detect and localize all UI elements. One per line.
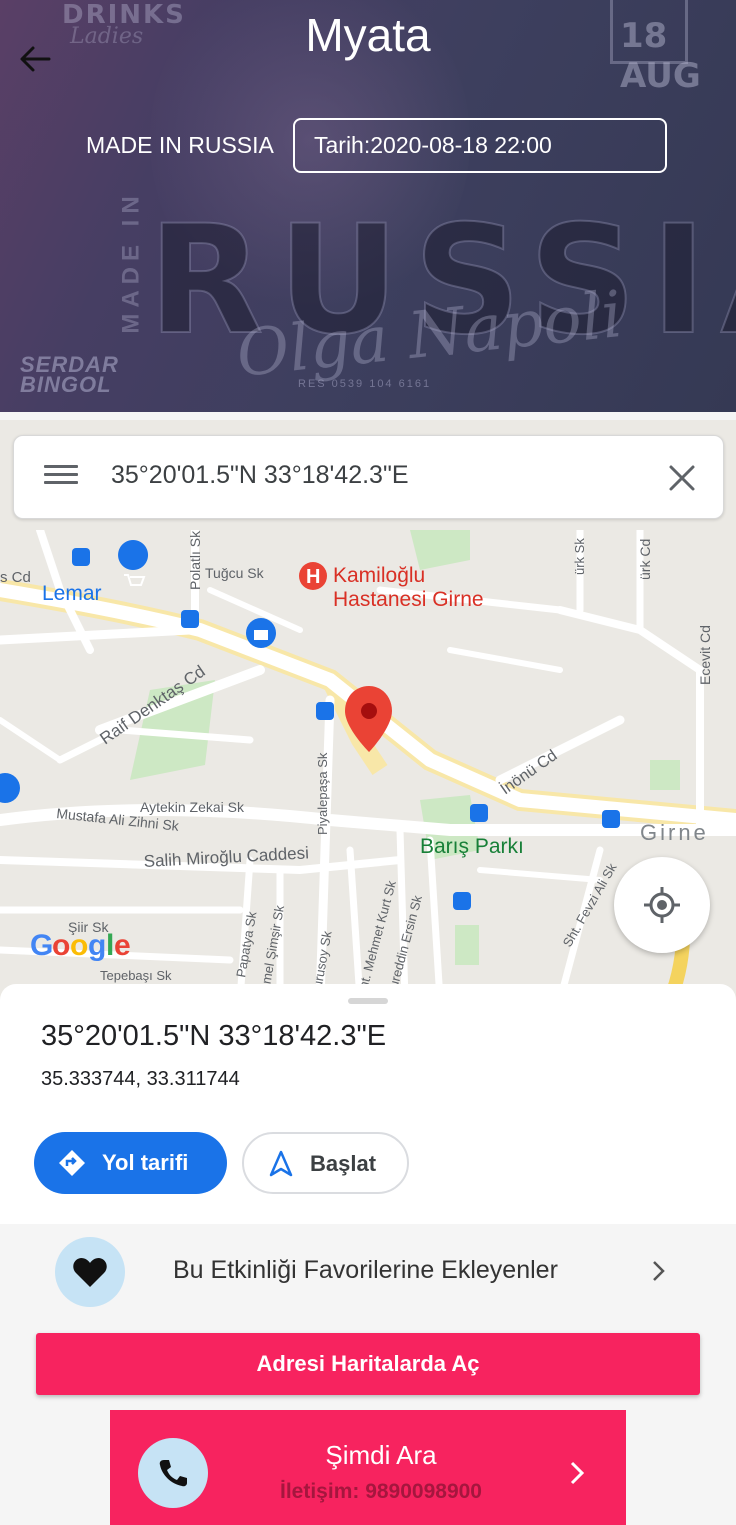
poster-reservation: RES 0539 104 6161: [298, 378, 432, 390]
coordinates-decimal: 35.333744, 33.311744: [41, 1068, 240, 1090]
map-label-hospital-1[interactable]: Kamiloğlu: [333, 564, 425, 587]
hospital-poi-icon[interactable]: H: [299, 562, 327, 590]
map-search-bar[interactable]: 35°20'01.5"N 33°18'42.3"E: [13, 435, 724, 519]
map-label-tepebasi: Tepebaşı Sk: [100, 968, 172, 983]
heart-icon: [73, 1258, 107, 1287]
google-letter-o1: o: [52, 929, 70, 962]
favorites-label: Bu Etkinliği Favorilerine Ekleyenler: [173, 1256, 558, 1284]
google-letter-g: G: [30, 929, 53, 962]
map-label-turk-cd: ürk Cd: [637, 539, 653, 580]
map-label-piyalepasa: Piyalepaşa Sk: [315, 752, 330, 835]
map-label-turk: ürk Sk: [572, 538, 587, 575]
map-label-polatli: Polatlı Sk: [187, 530, 203, 590]
google-logo: G o o g l e: [30, 929, 131, 962]
event-name: MADE IN RUSSIA: [86, 132, 274, 158]
google-letter-e: e: [114, 929, 131, 962]
map-label-baris[interactable]: Barış Parkı: [420, 835, 524, 858]
poster-logo: SERDAR BINGOL: [20, 354, 119, 397]
crosshair-icon: [644, 887, 680, 923]
start-label: Başlat: [310, 1151, 377, 1176]
close-icon[interactable]: [662, 458, 702, 498]
map-search-input[interactable]: 35°20'01.5"N 33°18'42.3"E: [111, 461, 409, 490]
place-bottom-sheet[interactable]: 35°20'01.5"N 33°18'42.3"E 35.333744, 33.…: [0, 984, 736, 1224]
open-in-maps-button[interactable]: Adresi Haritalarda Aç: [36, 1333, 700, 1395]
event-date: Tarih:2020-08-18 22:00: [293, 118, 667, 173]
sheet-drag-handle[interactable]: [348, 998, 388, 1004]
navigation-arrow-icon: [269, 1150, 293, 1177]
map-label-ecevit: Ecevit Cd: [697, 625, 713, 685]
directions-button[interactable]: Yol tarifi: [34, 1132, 227, 1194]
map-label-aytekin: Aytekin Zekai Sk: [140, 799, 245, 815]
shopping-bag-poi-icon[interactable]: [246, 618, 276, 648]
chevron-right-icon: [570, 1461, 585, 1485]
map-label-tugcu: Tuğcu Sk: [205, 565, 265, 581]
favorites-avatar: [55, 1237, 125, 1307]
my-location-button[interactable]: [614, 857, 710, 953]
hamburger-menu-icon[interactable]: [44, 461, 78, 495]
page-title: Myata: [305, 9, 431, 61]
google-letter-g2: g: [88, 929, 106, 962]
start-navigation-button[interactable]: Başlat: [242, 1132, 409, 1194]
svg-text:H: H: [306, 566, 320, 588]
directions-icon: [59, 1150, 85, 1176]
chevron-right-icon: [653, 1261, 665, 1281]
map-label-girne: Girne: [640, 820, 709, 845]
map-label-hospital-2[interactable]: Hastanesi Girne: [333, 588, 484, 611]
google-letter-o2: o: [70, 929, 88, 962]
call-now-button[interactable]: Şimdi Ara İletişim: 9890098900: [110, 1410, 626, 1525]
map-label-cd-left: s Cd: [0, 569, 31, 586]
coordinates-title: 35°20'01.5"N 33°18'42.3"E: [41, 1020, 387, 1052]
map-label-lemar[interactable]: Lemar: [42, 582, 102, 605]
map-view[interactable]: s Cd Lemar Tuğcu Sk Polatlı Sk Kamiloğlu…: [0, 420, 736, 1000]
favorites-list-row[interactable]: Bu Etkinliği Favorilerine Ekleyenler: [0, 1224, 736, 1320]
event-header: DRINKS Ladies 18 AUG MADE IN RUSSIA Olga…: [0, 0, 736, 412]
directions-label: Yol tarifi: [102, 1150, 189, 1175]
poster-logo-line2: BINGOL: [20, 372, 112, 397]
poster-madein-text: MADE IN: [117, 190, 145, 334]
